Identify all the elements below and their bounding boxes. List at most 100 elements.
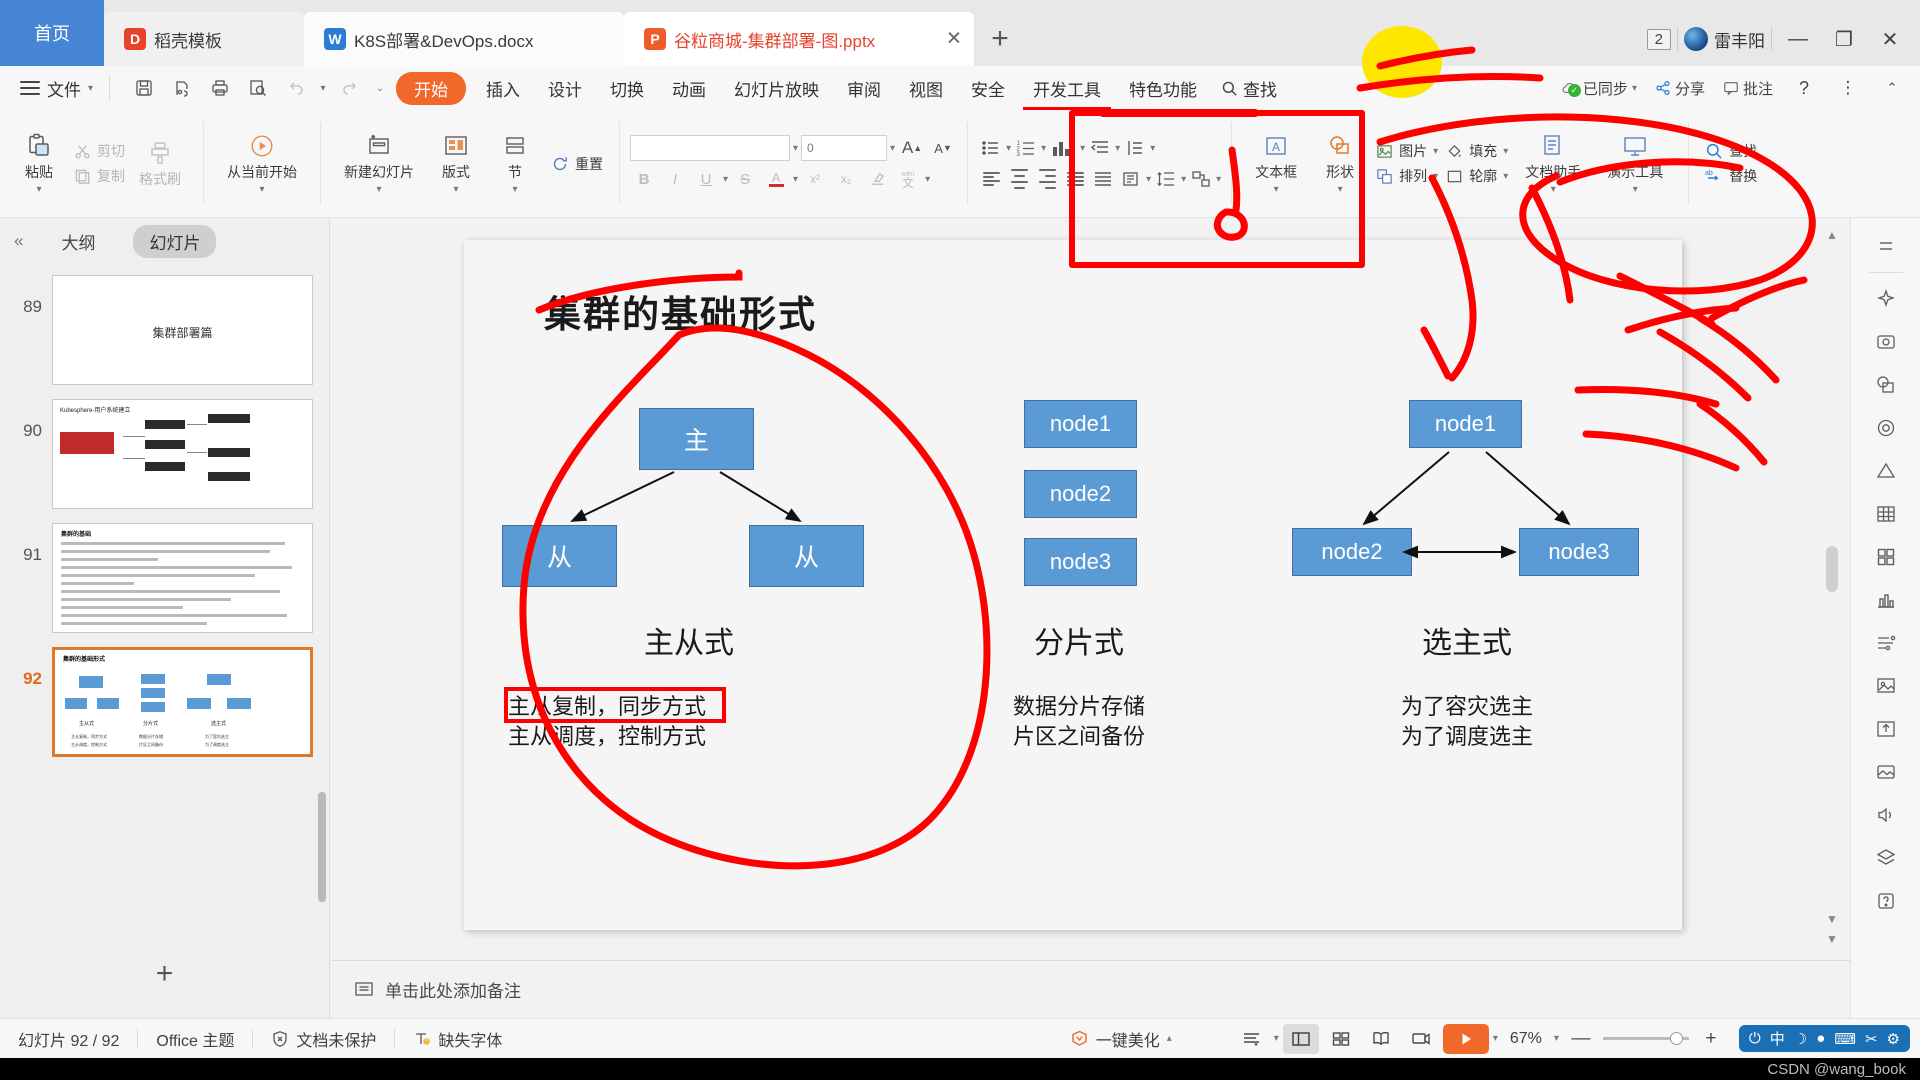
tab-home[interactable]: 首页 — [0, 0, 104, 66]
tab-view[interactable]: 视图 — [895, 70, 957, 107]
help-icon[interactable]: ? — [1784, 68, 1824, 108]
paste-button[interactable]: 粘贴 ▾ — [8, 128, 70, 199]
clear-format-icon[interactable] — [863, 166, 891, 192]
new-slide-button[interactable]: 新建幻灯片 ▾ — [333, 128, 425, 199]
tab-gulimall-pptx[interactable]: P 谷粒商城-集群部署-图.pptx ✕ — [624, 12, 974, 66]
chevron-down-icon[interactable]: ▾ — [793, 174, 798, 185]
superscript-button[interactable]: x² — [801, 166, 829, 192]
ime-moon-icon[interactable]: ☽ — [1794, 1030, 1807, 1048]
notes-pane[interactable]: 单击此处添加备注 — [331, 960, 1850, 1018]
grow-font-button[interactable]: A ▲ — [898, 135, 926, 161]
justify-icon[interactable] — [1062, 166, 1088, 192]
font-name-input[interactable] — [630, 135, 790, 161]
text-box-button[interactable]: A 文本框 ▾ — [1244, 128, 1308, 199]
picture-button[interactable]: 图片 ▾ — [1372, 139, 1442, 163]
tab-k8s-docx[interactable]: W K8S部署&DevOps.docx — [304, 12, 624, 66]
collapse-panel-icon[interactable]: « — [14, 231, 23, 251]
align-right-icon[interactable] — [1034, 166, 1060, 192]
ime-keyboard-icon[interactable]: ⌨ — [1834, 1030, 1856, 1048]
subscript-button[interactable]: x₂ — [832, 166, 860, 192]
column-subtitle-sharded[interactable]: 数据分片存储 片区之间备份 — [954, 692, 1204, 753]
print-icon[interactable] — [202, 70, 238, 106]
underline-button[interactable]: U — [692, 166, 720, 192]
user-name[interactable]: 雷丰阳 — [1714, 27, 1765, 52]
zoom-slider[interactable] — [1602, 1032, 1689, 1045]
zoom-out-button[interactable]: — — [1563, 1024, 1599, 1054]
chart-icon[interactable] — [1864, 580, 1908, 620]
target-icon[interactable] — [1864, 408, 1908, 448]
window-count-badge[interactable]: 2 — [1646, 28, 1671, 50]
scroll-next-slide-icon[interactable]: ▼ — [1824, 932, 1840, 950]
close-window-button[interactable]: ✕ — [1870, 19, 1910, 59]
chevron-down-icon[interactable]: ▾ — [1181, 174, 1186, 185]
reading-layout-icon[interactable] — [1234, 1024, 1270, 1054]
comment-button[interactable]: 批注 — [1716, 74, 1780, 103]
chevron-down-icon[interactable]: ▾ — [793, 143, 798, 154]
shape-button[interactable]: 形状 ▾ — [1308, 128, 1372, 199]
scroll-down-icon[interactable]: ▼ — [1824, 912, 1840, 930]
chevron-down-icon[interactable]: ▾ — [1554, 1033, 1559, 1044]
chevron-down-icon[interactable]: ▾ — [1041, 143, 1046, 154]
column-title-elected[interactable]: 选主式 — [1342, 618, 1592, 662]
ime-dot-icon[interactable]: ● — [1816, 1030, 1825, 1047]
indent-decrease-icon[interactable] — [1087, 135, 1113, 161]
add-slide-button[interactable]: + — [0, 956, 329, 992]
align-center-icon[interactable] — [1006, 166, 1032, 192]
restore-button[interactable]: ❐ — [1824, 19, 1864, 59]
new-tab-button[interactable]: + — [974, 12, 1026, 66]
collapse-ribbon-icon[interactable]: ⌃ — [1872, 68, 1912, 108]
fill-button[interactable]: 填充 ▾ — [1442, 139, 1512, 163]
tab-outline[interactable]: 大纲 — [45, 225, 111, 258]
normal-view-icon[interactable] — [1282, 1023, 1319, 1054]
column-subtitle-elected[interactable]: 为了容灾选主 为了调度选主 — [1342, 692, 1592, 753]
from-current-slide-button[interactable]: 从当前开始 ▾ — [216, 128, 308, 199]
distribute-icon[interactable] — [1090, 166, 1116, 192]
slide-sorter-icon[interactable] — [1323, 1024, 1359, 1054]
save-icon[interactable] — [126, 70, 162, 106]
strikethrough-button[interactable]: S — [731, 166, 759, 192]
flow-icon[interactable] — [1864, 623, 1908, 663]
thumbnail-list[interactable]: 89 集群部署篇 90 Kubesphere-用户系统建立 91 集群的基础 9… — [0, 264, 329, 956]
doc-assistant-button[interactable]: 文档助手 ▾ — [1512, 128, 1594, 199]
search-menu-button[interactable]: 查找 — [1211, 70, 1287, 107]
slide-canvas[interactable]: 集群的基础形式 主 从 从 主从式 主从复制，同步方式 主从调度，控制方式 no… — [464, 240, 1682, 930]
customize-icon[interactable]: ⌄ — [370, 70, 390, 106]
layers-icon[interactable] — [1864, 838, 1908, 878]
zoom-in-button[interactable]: + — [1693, 1024, 1729, 1054]
arrange-button[interactable]: 排列 ▾ — [1372, 164, 1442, 188]
node-shard-2[interactable]: node2 — [1024, 470, 1137, 518]
table-icon[interactable] — [1864, 494, 1908, 534]
numbered-list-icon[interactable]: 123 — [1013, 135, 1039, 161]
collapse-rail-icon[interactable] — [1864, 226, 1908, 266]
chevron-down-icon[interactable]: ▾ — [1006, 143, 1011, 154]
tab-transition[interactable]: 切换 — [596, 70, 658, 107]
find-button[interactable]: 查找 — [1701, 139, 1761, 163]
triangle-icon[interactable] — [1864, 451, 1908, 491]
undo-dropdown-icon[interactable]: ▾ — [316, 70, 330, 106]
picture-icon[interactable] — [1864, 752, 1908, 792]
audio-icon[interactable] — [1864, 795, 1908, 835]
help-rail-icon[interactable] — [1864, 881, 1908, 921]
node-elect-2[interactable]: node2 — [1292, 528, 1412, 576]
thumbnail-90[interactable]: 90 Kubesphere-用户系统建立 — [0, 392, 329, 516]
share-button[interactable]: 分享 — [1648, 74, 1712, 103]
node-shard-3[interactable]: node3 — [1024, 538, 1137, 586]
shape-tool-icon[interactable] — [1864, 365, 1908, 405]
tab-review[interactable]: 审阅 — [833, 70, 895, 107]
theme-name[interactable]: Office 主题 — [138, 1026, 252, 1052]
zoom-level[interactable]: 67% — [1502, 1026, 1550, 1052]
reset-button[interactable]: 重置 — [547, 152, 607, 176]
node-elect-1[interactable]: node1 — [1409, 400, 1522, 448]
shrink-font-button[interactable]: A ▼ — [929, 135, 957, 161]
tab-design[interactable]: 设计 — [534, 70, 596, 107]
format-painter-button[interactable]: 格式刷 — [129, 135, 191, 193]
smartart-icon[interactable] — [1048, 135, 1078, 161]
chevron-down-icon[interactable]: ▾ — [1216, 174, 1221, 185]
play-slideshow-button[interactable] — [1442, 1023, 1489, 1054]
cloud-sync-button[interactable]: ✓ 已同步 ▾ — [1554, 74, 1644, 103]
present-tools-button[interactable]: 演示工具 ▾ — [1594, 128, 1676, 199]
image-frame-icon[interactable] — [1864, 666, 1908, 706]
avatar[interactable] — [1684, 27, 1708, 51]
align-text-icon[interactable] — [1122, 135, 1148, 161]
thumbnail-89[interactable]: 89 集群部署篇 — [0, 268, 329, 392]
